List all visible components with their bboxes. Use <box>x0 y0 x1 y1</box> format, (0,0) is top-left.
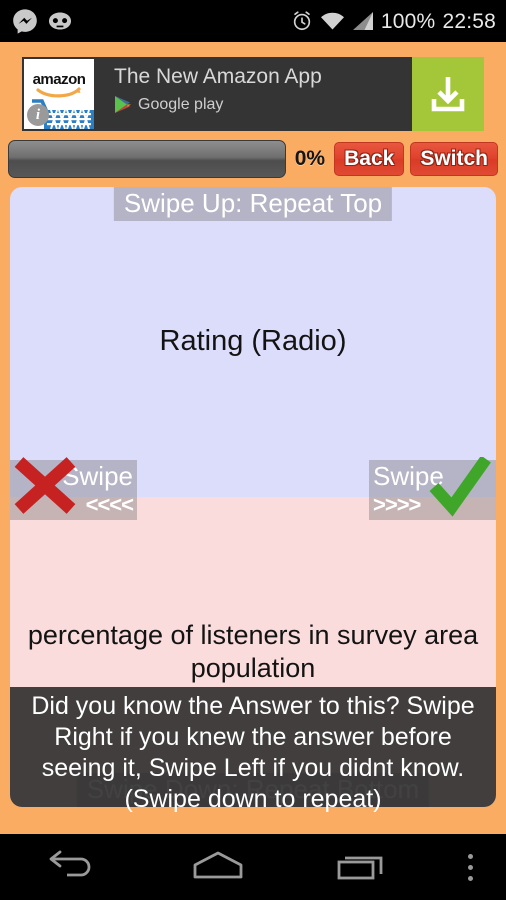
amazon-wordmark: amazon <box>32 71 86 88</box>
question-text: Rating (Radio) <box>159 325 347 358</box>
overflow-menu-icon <box>468 851 474 884</box>
advertisement-banner[interactable]: amazon i The New Amazon App Google play <box>22 57 484 131</box>
signal-icon <box>352 11 374 31</box>
download-icon <box>431 77 465 112</box>
nav-overflow-button[interactable] <box>436 834 506 900</box>
navigation-bar <box>0 834 506 900</box>
controls-row: 0% Back Switch <box>0 137 506 181</box>
ad-download-button[interactable] <box>412 57 484 131</box>
battery-percentage: 100% <box>380 9 436 33</box>
ad-info-badge[interactable]: i <box>27 104 49 126</box>
answer-text: percentage of listeners in survey area p… <box>27 620 479 683</box>
phone-screen: 100% 22:58 amazon i The New Amazon App G… <box>0 0 506 900</box>
progress-bar[interactable] <box>8 140 286 178</box>
swipe-up-hint: Swipe Up: Repeat Top <box>113 187 393 222</box>
nav-back-button[interactable] <box>0 834 145 900</box>
home-icon <box>190 849 246 886</box>
ad-text-block: The New Amazon App Google play <box>94 57 412 131</box>
recents-icon <box>336 849 390 886</box>
back-button[interactable]: Back <box>334 142 405 176</box>
status-bar-notifications <box>12 8 73 34</box>
swipe-left-badge[interactable]: Swipe <<<< <box>10 460 137 520</box>
switch-button[interactable]: Switch <box>410 142 498 176</box>
swipe-left-arrows: <<<< <box>85 492 134 517</box>
back-icon <box>47 849 99 886</box>
google-play-icon <box>115 96 131 114</box>
messenger-icon <box>12 8 38 34</box>
ad-store-badge: Google play <box>114 95 412 114</box>
clock: 22:58 <box>442 9 496 33</box>
ad-title: The New Amazon App <box>114 65 322 88</box>
swipe-right-arrows: >>>> <box>373 492 421 517</box>
progress-percentage-label: 0% <box>294 147 326 170</box>
amazon-smile-icon <box>36 87 81 98</box>
nav-recents-button[interactable] <box>291 834 436 900</box>
status-bar: 100% 22:58 <box>0 0 506 42</box>
status-bar-system-icons: 100% 22:58 <box>291 10 496 32</box>
alarm-icon <box>291 10 313 32</box>
swipe-left-label: Swipe <box>62 461 133 491</box>
ad-store-label: Google play <box>138 95 224 113</box>
instruction-overlay[interactable]: Did you know the Answer to this? Swipe R… <box>10 687 496 813</box>
wifi-icon <box>320 11 345 31</box>
flashcard-question-panel[interactable]: Rating (Radio) Swipe Up: Repeat Top <box>10 187 496 497</box>
nav-home-button[interactable] <box>145 834 290 900</box>
swipe-right-label: Swipe <box>373 461 444 491</box>
cyanogenmod-icon <box>47 10 73 32</box>
amazon-app-icon: amazon i <box>24 59 94 129</box>
swipe-right-badge[interactable]: Swipe >>>> <box>369 460 496 520</box>
